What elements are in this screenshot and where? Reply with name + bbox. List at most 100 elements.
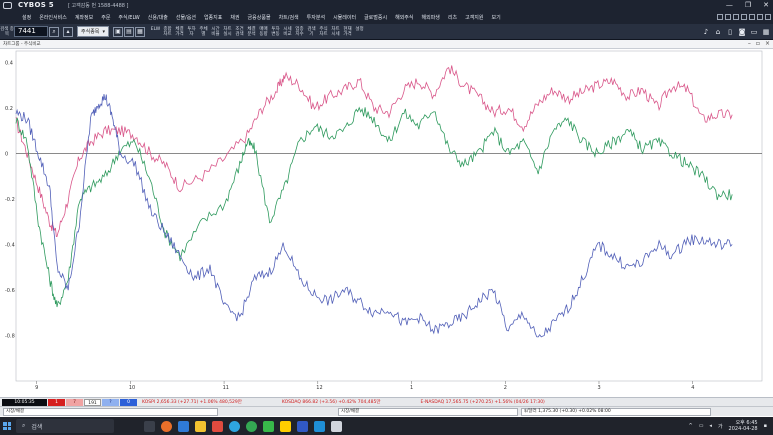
x-tick-label: 11 xyxy=(223,385,229,391)
stock-type-value: 주식종목 xyxy=(81,29,100,35)
tool-button-3[interactable]: 투자 자 xyxy=(186,27,197,37)
minimize-button[interactable]: – xyxy=(748,40,751,47)
menu-item-15[interactable]: 해외파생 xyxy=(422,14,440,21)
tool-button-7[interactable]: 조건 검색 xyxy=(234,27,245,37)
menu-item-3[interactable]: 주문 xyxy=(101,14,110,21)
menu-item-11[interactable]: 투자분석 xyxy=(307,14,325,21)
prev-icon[interactable]: ▴ xyxy=(63,26,73,37)
menu-item-9[interactable]: 금융상품몰 xyxy=(248,14,271,21)
menu-item-7[interactable]: 업종지표 xyxy=(204,14,222,21)
close-all-icon[interactable] xyxy=(765,14,771,20)
bell-icon[interactable]: ♪ xyxy=(701,27,711,37)
ime-indicator[interactable]: 가 xyxy=(718,423,723,430)
save-icon[interactable]: ▭ xyxy=(749,27,759,37)
y-tick-label: 0.2 xyxy=(5,106,13,112)
layout-icon[interactable] xyxy=(717,14,723,20)
menu-item-17[interactable]: 고객지원 xyxy=(465,14,483,21)
minimize-button[interactable]: — xyxy=(726,1,733,9)
task-view-icon[interactable] xyxy=(144,420,155,432)
chrome-icon[interactable] xyxy=(246,420,257,432)
kakaotalk-icon[interactable] xyxy=(280,420,291,432)
app-blue-icon[interactable] xyxy=(314,420,325,432)
store-icon[interactable] xyxy=(178,420,189,432)
menu-item-12[interactable]: 시뮬레이터 xyxy=(333,14,356,21)
maximize-button[interactable]: ▫ xyxy=(756,40,760,47)
notification-icon[interactable]: ▪ xyxy=(764,423,767,429)
clock-date: 2024-04-28 xyxy=(728,426,758,432)
kosdaq-ticker[interactable]: KOSDAQ 866.82 (+3.56) +0.42% 704,485만 xyxy=(282,399,381,405)
menu-item-10[interactable]: 차트/검색 xyxy=(279,14,299,21)
fx-ticker[interactable]: $/달러 1,375.30 (+0.30) +0.02% 08:00 xyxy=(521,407,711,416)
stock-code-input[interactable]: 7441 xyxy=(14,26,48,37)
network-icon[interactable]: ▭ xyxy=(699,423,704,429)
menu-item-5[interactable]: 신용/대출 xyxy=(148,14,168,21)
widget-icon[interactable] xyxy=(161,420,172,432)
cascade-icon[interactable] xyxy=(741,14,747,20)
stock-type-select[interactable]: 주식종목 ▾ xyxy=(77,26,109,37)
menu-item-8[interactable]: 채권 xyxy=(230,14,239,21)
tool-button-4[interactable]: 주체 별 xyxy=(198,27,209,37)
tile-icon[interactable]: ▦ xyxy=(761,27,771,37)
right-indicator[interactable]: 시장/채결 xyxy=(338,407,518,416)
camera-icon[interactable]: ◙ xyxy=(737,27,747,37)
tool-button-2[interactable]: 체결 가격 xyxy=(174,27,185,37)
x-tick-label: 2 xyxy=(504,385,507,391)
lock-icon[interactable] xyxy=(749,14,755,20)
taskbar-search[interactable]: ⌕ 검색 xyxy=(16,419,114,433)
print-icon[interactable]: ▦ xyxy=(135,26,145,37)
series-line-green[interactable] xyxy=(15,106,733,308)
edge-icon[interactable] xyxy=(229,420,240,432)
menu-item-14[interactable]: 해외주식 xyxy=(395,14,413,21)
menu-item-13[interactable]: 글로벌증시 xyxy=(364,14,387,21)
kospi-ticker[interactable]: KOSPI 2,656.33 (+27.71) +1.06% 480,529만 xyxy=(142,399,242,405)
cybos-icon[interactable] xyxy=(331,420,342,432)
tool-button-5[interactable]: 시간 비율 xyxy=(210,27,221,37)
tool-button-17[interactable]: 설정 xyxy=(354,27,365,37)
line-icon[interactable] xyxy=(263,420,274,432)
volume-icon[interactable]: ◂ xyxy=(709,423,712,429)
close-button[interactable]: × xyxy=(765,40,770,47)
start-button[interactable] xyxy=(0,417,14,435)
tool-button-8[interactable]: 체결 분석 xyxy=(246,27,257,37)
copy-icon[interactable]: ▣ xyxy=(113,26,123,37)
taskbar-clock[interactable]: 오후 6:45 2024-04-28 xyxy=(729,420,758,432)
menu-item-2[interactable]: 계좌정보 xyxy=(75,14,93,21)
menu-item-4[interactable]: 주식/ELW xyxy=(118,14,139,21)
tool-button-14[interactable]: 주식 차트 xyxy=(318,27,329,37)
comparison-chart[interactable]: 0.40.20-0.2-0.4-0.6-0.89 10 11 12 1 2 3 4 xyxy=(0,49,773,391)
settings-icon[interactable] xyxy=(757,14,763,20)
menu-item-16[interactable]: 리츠 xyxy=(448,14,457,21)
series-line-pink[interactable] xyxy=(15,65,733,238)
tool-button-6[interactable]: 차트 실시 xyxy=(222,27,233,37)
menu-item-6[interactable]: 선물/옵션 xyxy=(176,14,196,21)
tool-button-12[interactable]: 업종 지수 xyxy=(294,27,305,37)
menu-item-18[interactable]: 보기 xyxy=(492,14,501,21)
chevron-up-icon[interactable]: ^ xyxy=(688,423,692,429)
tool-button-1[interactable]: 종합 차트 xyxy=(162,27,173,37)
window-icon[interactable] xyxy=(725,14,731,20)
home-icon[interactable]: ⌂ xyxy=(713,27,723,37)
menu-item-0[interactable]: 설정 xyxy=(22,14,31,21)
tool-button-11[interactable]: 시세 비교 xyxy=(282,27,293,37)
app-subtitle: [ 고객감동 번 1588-4488 ] xyxy=(67,2,129,9)
maximize-button[interactable]: ❐ xyxy=(745,1,751,9)
document-icon[interactable]: ▯ xyxy=(725,27,735,37)
tile-icon[interactable] xyxy=(733,14,739,20)
search-icon[interactable]: ⌕ xyxy=(49,26,59,37)
series-line-blue[interactable] xyxy=(15,93,733,338)
tool-button-15[interactable]: 차트 시세 xyxy=(330,27,341,37)
app-icon[interactable] xyxy=(212,420,223,432)
left-indicator[interactable]: 시장/채결 xyxy=(3,407,218,416)
nasdaq-ticker[interactable]: E-NASDAQ 17,565.75 (+270.25) +1.56% (04/… xyxy=(421,400,545,405)
tool-button-9[interactable]: 매매 동향 xyxy=(258,27,269,37)
doc-icon[interactable]: ▤ xyxy=(124,26,134,37)
tool-button-0[interactable]: ELW xyxy=(150,27,161,37)
tool-button-16[interactable]: 현재 가격 xyxy=(342,27,353,37)
word-icon[interactable] xyxy=(297,420,308,432)
search-label: 검색 종목 xyxy=(0,26,14,37)
tool-button-10[interactable]: 투자 변동 xyxy=(270,27,281,37)
close-button[interactable]: ✕ xyxy=(763,1,769,9)
tool-button-13[interactable]: 검색 기 xyxy=(306,27,317,37)
file-explorer-icon[interactable] xyxy=(195,420,206,432)
menu-item-1[interactable]: 온라인서비스 xyxy=(39,14,67,21)
